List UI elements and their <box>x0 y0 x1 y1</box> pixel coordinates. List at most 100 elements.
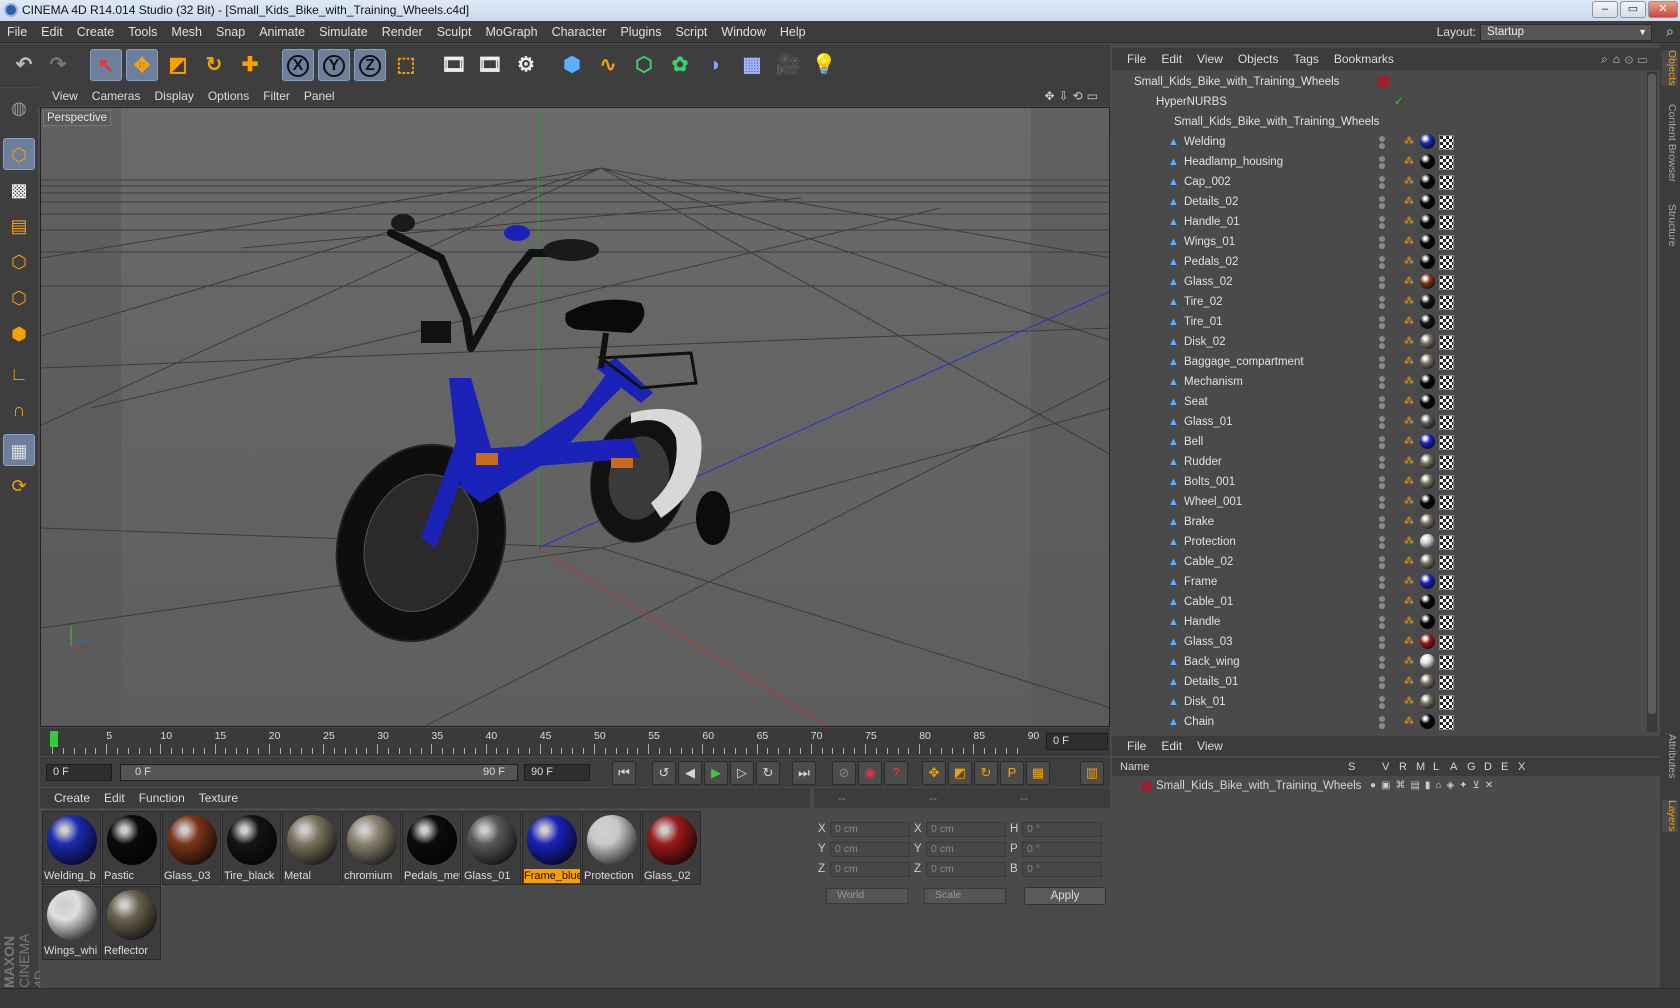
prev-frame-icon[interactable]: ◀ <box>678 761 702 785</box>
material-tag-icon[interactable] <box>1420 454 1435 469</box>
object-row[interactable]: ▲ Handle ⁂ <box>1112 612 1642 632</box>
uvw-tag-icon[interactable] <box>1439 295 1454 310</box>
render-visibility-dot[interactable] <box>1379 603 1385 609</box>
material-tag-icon[interactable] <box>1420 594 1435 609</box>
phong-tag-icon[interactable]: ⁂ <box>1404 192 1414 212</box>
object-row[interactable]: ▲ Handle_01 ⁂ <box>1112 212 1642 232</box>
uvw-tag-icon[interactable] <box>1439 635 1454 650</box>
keyframe-selection-icon[interactable]: ? <box>884 761 908 785</box>
render-visibility-dot[interactable] <box>1379 623 1385 629</box>
editor-visibility-dot[interactable] <box>1379 276 1385 282</box>
object-row[interactable]: ▲ Cable_01 ⁂ <box>1112 592 1642 612</box>
material-tag-icon[interactable] <box>1420 414 1435 429</box>
scale-icon[interactable]: ◩ <box>162 49 194 81</box>
menu-sculpt[interactable]: Sculpt <box>430 21 479 43</box>
menu-simulate[interactable]: Simulate <box>312 21 375 43</box>
mat-menu-texture[interactable]: Texture <box>185 788 238 808</box>
render-visibility-dot[interactable] <box>1379 303 1385 309</box>
editor-visibility-dot[interactable] <box>1379 556 1385 562</box>
editor-visibility-dot[interactable] <box>1379 696 1385 702</box>
object-row[interactable]: ▲ Back_wing ⁂ <box>1112 652 1642 672</box>
nurbs-icon[interactable]: ⬡ <box>628 49 660 81</box>
uvw-tag-icon[interactable] <box>1439 575 1454 590</box>
render-visibility-dot[interactable] <box>1379 583 1385 589</box>
menu-edit[interactable]: Edit <box>34 21 70 43</box>
layer-column-header[interactable]: X <box>1518 758 1525 776</box>
snap-icon[interactable]: ∩ <box>3 394 35 426</box>
uvw-tag-icon[interactable] <box>1439 175 1454 190</box>
editor-visibility-dot[interactable] <box>1379 176 1385 182</box>
object-row[interactable]: ▲ Disk_02 ⁂ <box>1112 332 1642 352</box>
key-position-icon[interactable]: ✥ <box>922 761 946 785</box>
editor-visibility-dot[interactable] <box>1379 336 1385 342</box>
render-visibility-dot[interactable] <box>1379 703 1385 709</box>
editor-visibility-dot[interactable] <box>1379 316 1385 322</box>
close-button[interactable]: ✕ <box>1648 1 1678 18</box>
playhead[interactable] <box>50 731 58 747</box>
material-tag-icon[interactable] <box>1420 374 1435 389</box>
editor-visibility-dot[interactable] <box>1379 396 1385 402</box>
editor-visibility-dot[interactable] <box>1379 616 1385 622</box>
render-visibility-dot[interactable] <box>1379 323 1385 329</box>
render-visibility-dot[interactable] <box>1379 463 1385 469</box>
phong-tag-icon[interactable]: ⁂ <box>1404 632 1414 652</box>
phong-tag-icon[interactable]: ⁂ <box>1404 552 1414 572</box>
phong-tag-icon[interactable]: ⁂ <box>1404 372 1414 392</box>
uvw-tag-icon[interactable] <box>1439 535 1454 550</box>
uvw-tag-icon[interactable] <box>1439 715 1454 730</box>
object-row[interactable]: ▲ Frame ⁂ <box>1112 572 1642 592</box>
editor-visibility-dot[interactable] <box>1379 516 1385 522</box>
material-tag-icon[interactable] <box>1420 294 1435 309</box>
layer-column-header[interactable]: D <box>1484 758 1492 776</box>
next-key-icon[interactable]: ↻ <box>756 761 780 785</box>
object-row[interactable]: ▲ Glass_02 ⁂ <box>1112 272 1642 292</box>
obj-menu-bookmarks[interactable]: Bookmarks <box>1319 48 1394 70</box>
material-tag-icon[interactable] <box>1420 714 1435 729</box>
render-visibility-dot[interactable] <box>1379 203 1385 209</box>
uvw-tag-icon[interactable] <box>1439 215 1454 230</box>
object-row[interactable]: ▲ Baggage_compartment ⁂ <box>1112 352 1642 372</box>
object-row-hypernurbs[interactable]: HyperNURBS ✓ <box>1112 92 1642 112</box>
object-row[interactable]: ▲ Rudder ⁂ <box>1112 452 1642 472</box>
render-visibility-dot[interactable] <box>1379 723 1385 729</box>
goto-end-icon[interactable]: ⏭ <box>792 761 816 785</box>
editor-visibility-dot[interactable] <box>1379 296 1385 302</box>
material-tag-icon[interactable] <box>1420 514 1435 529</box>
editor-visibility-dot[interactable] <box>1379 436 1385 442</box>
phong-tag-icon[interactable]: ⁂ <box>1404 352 1414 372</box>
menu-render[interactable]: Render <box>375 21 430 43</box>
render-visibility-dot[interactable] <box>1379 543 1385 549</box>
material-swatch[interactable]: Reflector <box>102 886 161 960</box>
object-row[interactable]: ▲ Cable_02 ⁂ <box>1112 552 1642 572</box>
object-row[interactable]: ▲ Details_02 ⁂ <box>1112 192 1642 212</box>
layer-column-header[interactable]: L <box>1433 758 1439 776</box>
material-tag-icon[interactable] <box>1420 214 1435 229</box>
render-visibility-dot[interactable] <box>1379 443 1385 449</box>
array-icon[interactable]: ✿ <box>664 49 696 81</box>
rot-b-field[interactable]: 0 ° <box>1022 862 1102 877</box>
uvw-tag-icon[interactable] <box>1439 495 1454 510</box>
viewport-menu-panel[interactable]: Panel <box>290 87 335 106</box>
uvw-tag-icon[interactable] <box>1439 395 1454 410</box>
lock-workplane-icon[interactable]: ▦ <box>3 434 35 466</box>
uvw-tag-icon[interactable] <box>1439 655 1454 670</box>
tab-structure[interactable]: Structure <box>1662 204 1678 247</box>
key-scale-icon[interactable]: ◩ <box>948 761 972 785</box>
current-frame-field[interactable]: 0 F <box>1046 733 1108 750</box>
uvw-tag-icon[interactable] <box>1439 555 1454 570</box>
start-frame-field[interactable]: 0 F <box>46 764 112 781</box>
object-row[interactable]: ▲ Headlamp_housing ⁂ <box>1112 152 1642 172</box>
maximize-button[interactable]: ▭ <box>1620 1 1646 18</box>
material-swatch[interactable]: Pedals_met <box>402 811 461 885</box>
render-visibility-dot[interactable] <box>1379 183 1385 189</box>
layer-column-header[interactable]: Name <box>1120 758 1149 776</box>
material-tag-icon[interactable] <box>1420 394 1435 409</box>
obj-menu-objects[interactable]: Objects <box>1223 48 1279 70</box>
material-swatch[interactable]: Pastic <box>102 811 161 885</box>
phong-tag-icon[interactable]: ⁂ <box>1404 412 1414 432</box>
object-row[interactable]: ▲ Chain ⁂ <box>1112 712 1642 732</box>
object-row[interactable]: ▲ Seat ⁂ <box>1112 392 1642 412</box>
editor-visibility-dot[interactable] <box>1379 576 1385 582</box>
viewport-nav-icons[interactable]: ✥⇩⟲▭ <box>1030 87 1102 106</box>
uvw-tag-icon[interactable] <box>1439 675 1454 690</box>
